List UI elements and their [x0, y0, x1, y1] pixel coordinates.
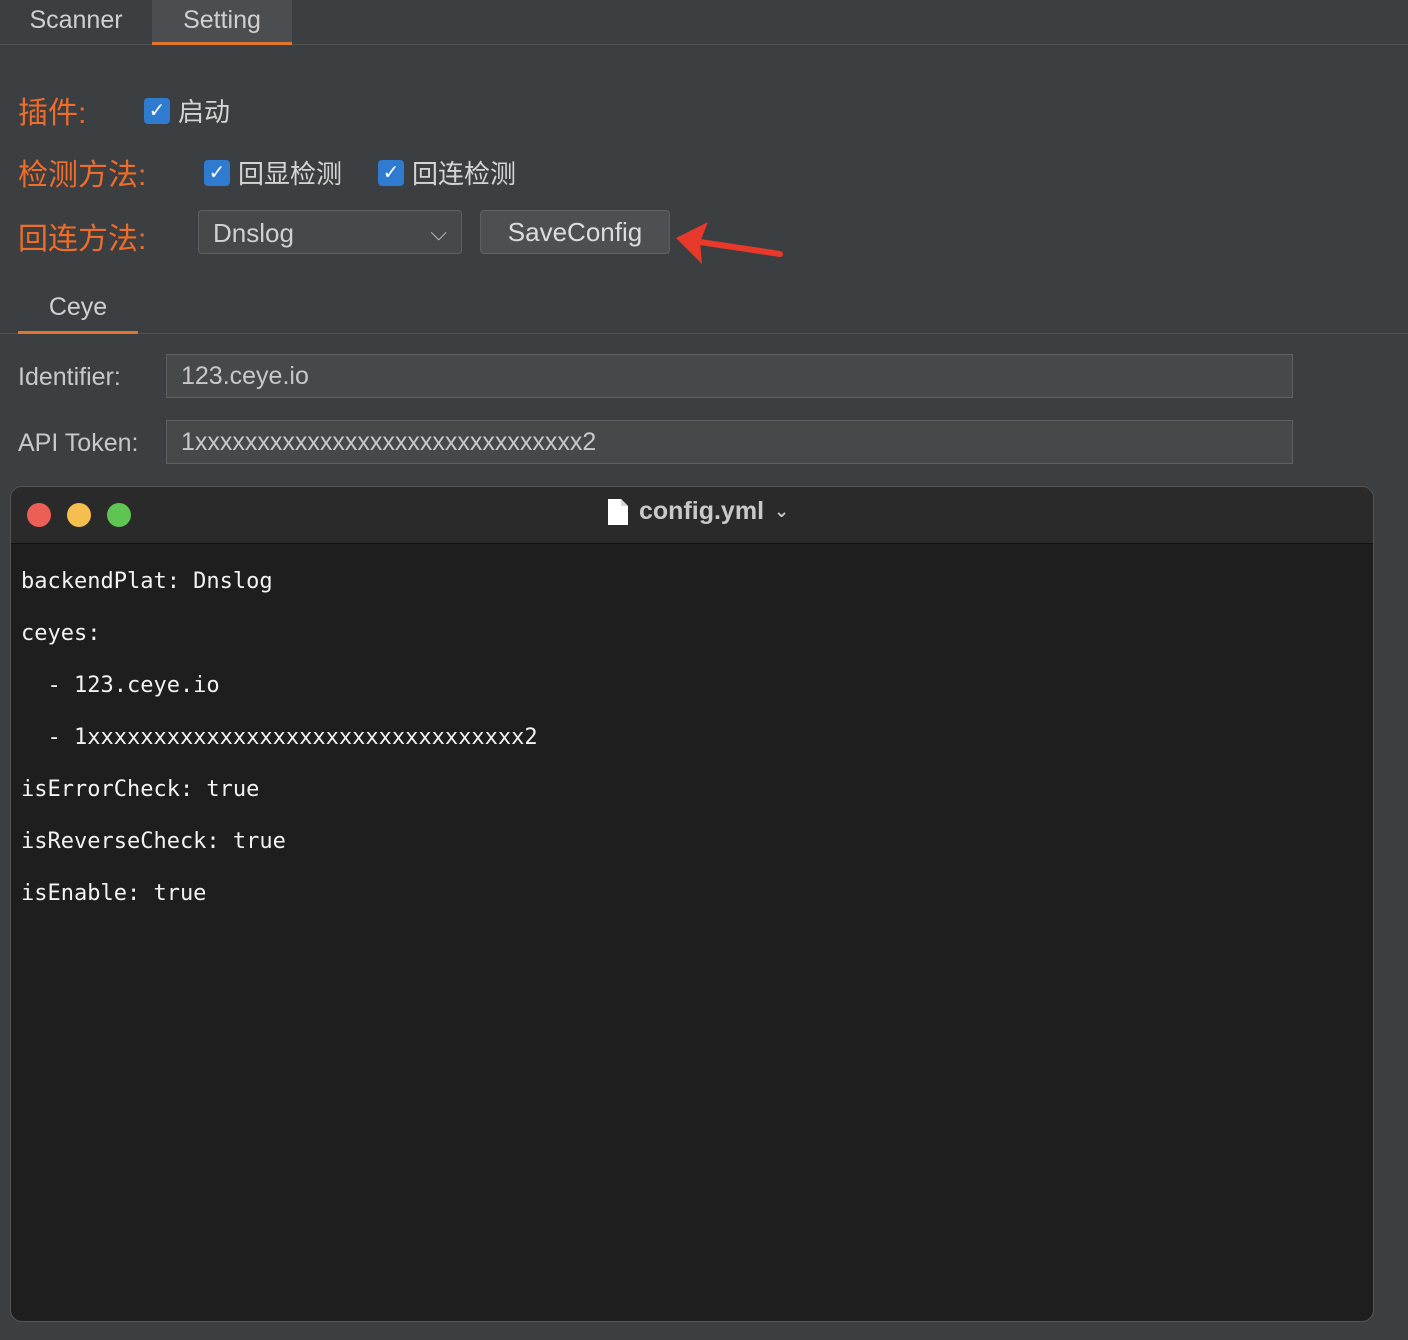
- plugin-enable-checkbox[interactable]: ✓ 启动: [144, 92, 230, 129]
- tab-setting[interactable]: Setting: [152, 0, 292, 45]
- reverse-method-select[interactable]: Dnslog ⌵: [198, 210, 462, 254]
- save-config-button[interactable]: SaveConfig: [480, 210, 670, 254]
- minimize-window-button[interactable]: [67, 503, 91, 527]
- config-line: isReverseCheck: true: [21, 829, 286, 854]
- tab-scanner[interactable]: Scanner: [0, 0, 152, 44]
- config-line: backendPlat: Dnslog: [21, 569, 273, 594]
- reverse-method-label: 回连方法:: [18, 223, 147, 256]
- terminal-content[interactable]: backendPlat: Dnslog ceyes: - 123.ceye.io…: [21, 543, 1373, 959]
- checkmark-icon: ✓: [204, 159, 230, 186]
- plugin-label: 插件:: [18, 97, 87, 130]
- config-line: isErrorCheck: true: [21, 777, 260, 802]
- file-icon: [608, 498, 628, 525]
- terminal-filename: config.yml: [639, 497, 765, 525]
- reverse-method-value: Dnslog: [213, 218, 294, 248]
- chevron-down-icon: ⌵: [430, 220, 447, 245]
- checkmark-icon: ✓: [378, 159, 404, 186]
- chevron-down-icon: ⌄: [774, 501, 790, 521]
- red-arrow-icon: [676, 222, 783, 264]
- echo-check-label: 回显检测: [238, 159, 343, 189]
- identifier-label: Identifier:: [18, 363, 121, 391]
- terminal-titlebar: config.yml ⌄: [11, 487, 1373, 544]
- app-window: Scanner Setting 插件: ✓ 启动 检测方法: ✓ 回显检测 ✓ …: [0, 0, 1408, 1340]
- api-token-label: API Token:: [18, 429, 139, 457]
- config-line: - 1xxxxxxxxxxxxxxxxxxxxxxxxxxxxxxxxx2: [21, 725, 538, 750]
- close-window-button[interactable]: [27, 503, 51, 527]
- tab-ceye[interactable]: Ceye: [18, 286, 138, 334]
- identifier-field[interactable]: 123.ceye.io: [166, 354, 1293, 398]
- reverse-check-label: 回连检测: [412, 159, 517, 189]
- checkmark-icon: ✓: [144, 97, 170, 124]
- top-tab-bar: Scanner Setting: [0, 0, 1408, 45]
- detect-method-label: 检测方法:: [18, 159, 147, 192]
- config-line: - 123.ceye.io: [21, 673, 220, 698]
- terminal-window: config.yml ⌄ backendPlat: Dnslog ceyes: …: [10, 486, 1374, 1322]
- ceye-tab-bar: Ceye: [0, 286, 1408, 334]
- reverse-check-checkbox[interactable]: ✓ 回连检测: [378, 154, 516, 191]
- plugin-enable-label: 启动: [178, 97, 231, 127]
- echo-check-checkbox[interactable]: ✓ 回显检测: [204, 154, 342, 191]
- api-token-field[interactable]: 1xxxxxxxxxxxxxxxxxxxxxxxxxxxxxxx2: [166, 420, 1293, 464]
- config-line: ceyes:: [21, 621, 101, 646]
- terminal-title[interactable]: config.yml ⌄: [607, 497, 789, 526]
- zoom-window-button[interactable]: [107, 503, 131, 527]
- config-line: isEnable: true: [21, 881, 207, 906]
